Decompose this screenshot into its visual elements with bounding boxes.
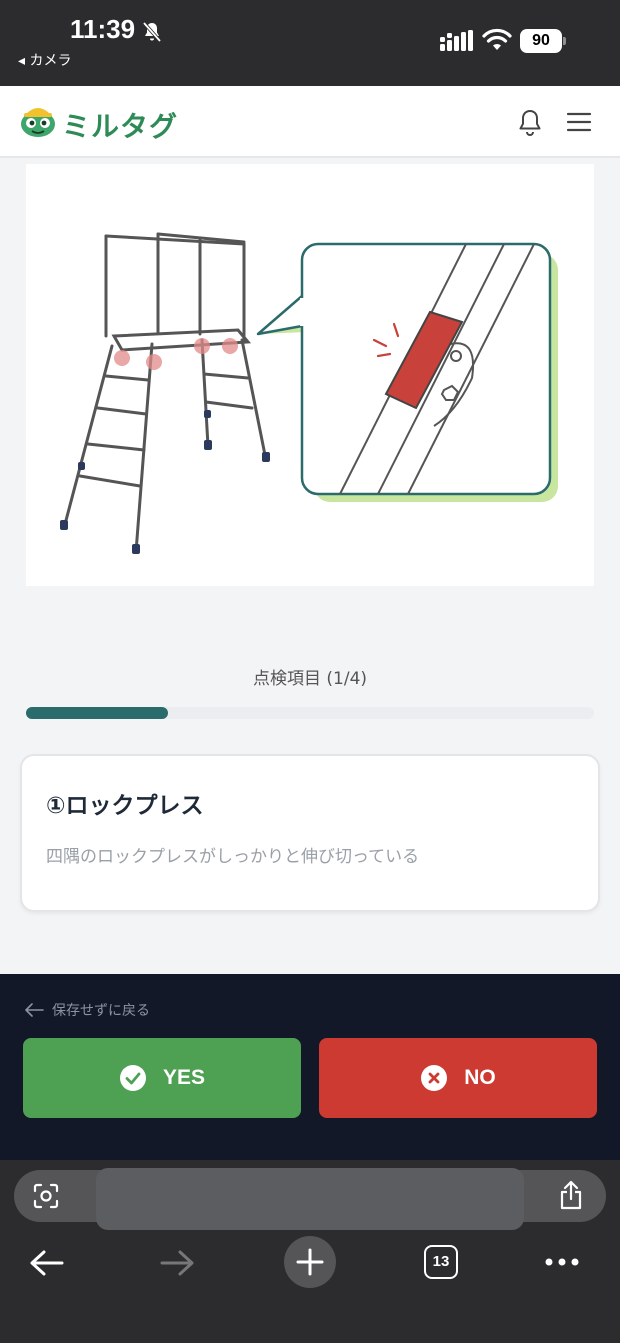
address-bar[interactable]: [14, 1168, 606, 1230]
bell-off-icon: [142, 21, 162, 43]
back-without-saving-link[interactable]: 保存せずに戻る: [24, 1000, 150, 1020]
menu-icon[interactable]: [566, 110, 592, 134]
lens-icon[interactable]: [32, 1182, 60, 1210]
more-icon[interactable]: [544, 1256, 580, 1268]
battery-indicator: 90: [520, 29, 566, 53]
status-time: 11:39: [70, 14, 136, 44]
logo[interactable]: ミルタグ: [18, 102, 188, 142]
tabs-button[interactable]: 13: [424, 1245, 458, 1279]
no-button-label: NO: [464, 1066, 496, 1089]
back-to-camera-link[interactable]: ◂ カメラ: [18, 50, 71, 70]
progress-label: 点検項目 (1/4): [252, 669, 368, 689]
yes-button[interactable]: YES: [23, 1038, 301, 1118]
inspection-item-card: ①ロックプレス 四隅のロックプレスがしっかりと伸び切っている: [20, 754, 600, 912]
inspection-image: [26, 164, 594, 586]
battery-level: 90: [520, 29, 562, 53]
share-icon[interactable]: [558, 1180, 584, 1210]
wifi-icon: [482, 28, 512, 50]
item-description: 四隅のロックプレスがしっかりと伸び切っている: [46, 847, 420, 867]
browser-forward-icon[interactable]: [160, 1248, 196, 1278]
address-bar-text-area[interactable]: [96, 1168, 524, 1230]
item-title: ①ロックプレス: [46, 793, 204, 819]
app-header: ミルタグ: [0, 86, 620, 158]
check-circle-icon: [119, 1065, 146, 1091]
bell-icon[interactable]: [516, 108, 544, 138]
yes-button-label: YES: [162, 1066, 206, 1089]
no-button[interactable]: NO: [319, 1038, 597, 1118]
action-panel: 保存せずに戻る YES NO: [0, 974, 620, 1160]
platform-ladder-illustration: [60, 232, 558, 554]
progress-fill: [26, 707, 168, 719]
signal-icon: [440, 30, 473, 51]
browser-back-icon[interactable]: [28, 1248, 64, 1278]
x-circle-icon: [421, 1065, 448, 1091]
browser-toolbar: 13: [0, 1160, 620, 1343]
plus-icon: [296, 1248, 324, 1276]
new-tab-button[interactable]: [284, 1236, 336, 1288]
progress-bar: [26, 707, 594, 719]
mascot-icon: [21, 108, 55, 137]
logo-text: ミルタグ: [62, 111, 179, 142]
status-bar: 11:39 ◂ カメラ 90: [0, 0, 620, 86]
back-link-label: 保存せずに戻る: [52, 1003, 150, 1019]
arrow-left-icon: [25, 1003, 44, 1017]
